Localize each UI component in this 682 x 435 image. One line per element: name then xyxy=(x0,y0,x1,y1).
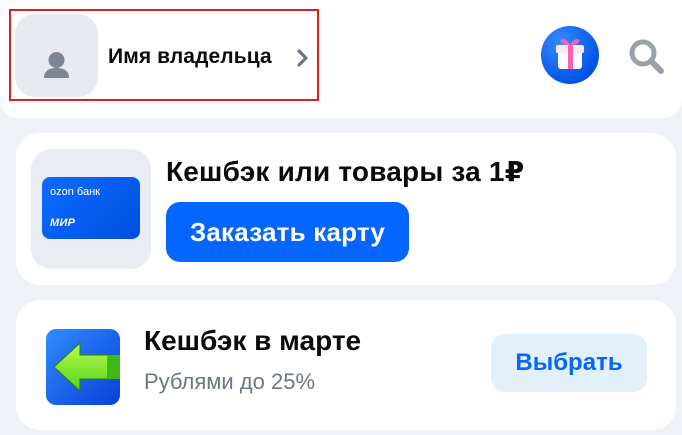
order-card-button[interactable]: Заказать карту xyxy=(166,202,409,262)
header: Имя владельца xyxy=(0,0,682,118)
card-offer-title: Кешбэк или товары за 1₽ xyxy=(166,156,525,187)
arrow-left-icon xyxy=(46,329,120,405)
avatar[interactable] xyxy=(15,14,98,97)
search-icon[interactable] xyxy=(626,36,666,76)
gift-button[interactable] xyxy=(541,26,599,84)
cashback-subtitle: Рублями до 25% xyxy=(144,369,316,394)
bank-card-image: ozon банк МИР xyxy=(42,177,140,239)
choose-button[interactable]: Выбрать xyxy=(491,334,647,392)
gift-icon xyxy=(556,38,584,69)
bank-card-brand: ozon банк xyxy=(50,186,100,198)
owner-name[interactable]: Имя владельца xyxy=(108,45,272,69)
cashback-card[interactable]: Кешбэк в марте Рублями до 25% Выбрать xyxy=(16,300,676,430)
card-offer[interactable]: ozon банк МИР Кешбэк или товары за 1₽ За… xyxy=(16,133,676,285)
cashback-title: Кешбэк в марте xyxy=(144,325,362,356)
chevron-right-icon[interactable] xyxy=(296,47,310,69)
avatar-icon xyxy=(44,52,69,78)
card-image-tile: ozon банк МИР xyxy=(31,149,151,269)
bank-card-system: МИР xyxy=(50,217,76,229)
